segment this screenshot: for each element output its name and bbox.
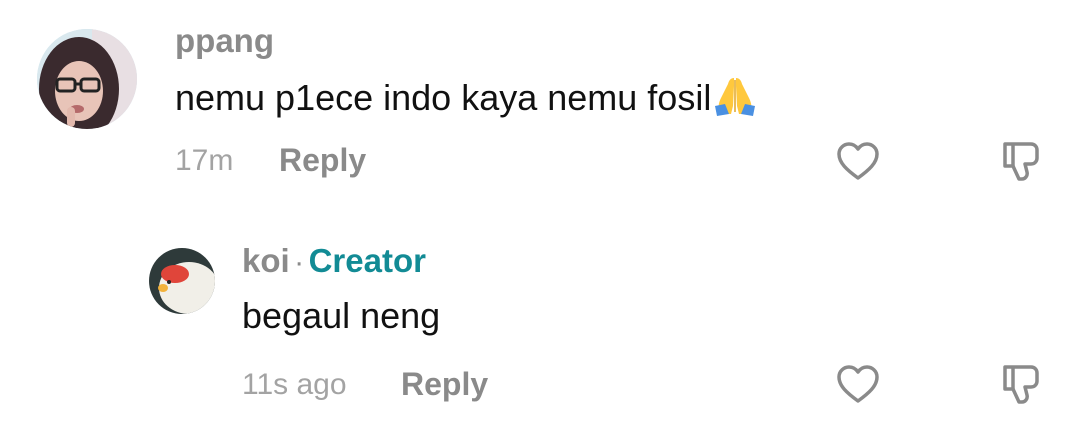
separator-dot: · [294, 246, 305, 279]
comment-username[interactable]: koi [242, 242, 290, 279]
dislike-button[interactable] [994, 135, 1046, 187]
avatar[interactable] [37, 29, 137, 129]
reply-comment-item: koi · Creator begaul neng 11s ago Reply [0, 220, 1080, 448]
creator-badge: Creator [308, 242, 426, 279]
heart-icon [837, 365, 879, 403]
like-button[interactable] [832, 135, 884, 187]
reply-button[interactable]: Reply [401, 368, 488, 400]
like-button[interactable] [832, 358, 884, 410]
avatar-photo [149, 248, 215, 314]
folded-hands-emoji-icon [713, 76, 757, 122]
dislike-button[interactable] [994, 358, 1046, 410]
comment-timestamp: 11s ago [242, 368, 347, 401]
comment-username[interactable]: ppang [175, 24, 274, 57]
avatar-photo [37, 29, 137, 129]
comment-text: begaul neng [242, 295, 441, 336]
comment-text: nemu p1ece indo kaya nemu fosil [175, 76, 757, 122]
heart-icon [837, 142, 879, 180]
thumbs-down-icon [1003, 142, 1039, 181]
comment-text-content: nemu p1ece indo kaya nemu fosil [175, 77, 712, 118]
comment-item: ppang nemu p1ece indo kaya nemu fosil 17… [0, 0, 1080, 205]
thumbs-down-icon [1003, 365, 1039, 404]
comment-timestamp: 17m [175, 144, 234, 177]
reply-button[interactable]: Reply [279, 144, 366, 176]
avatar[interactable] [149, 248, 215, 314]
reply-header: koi · Creator [242, 244, 426, 278]
